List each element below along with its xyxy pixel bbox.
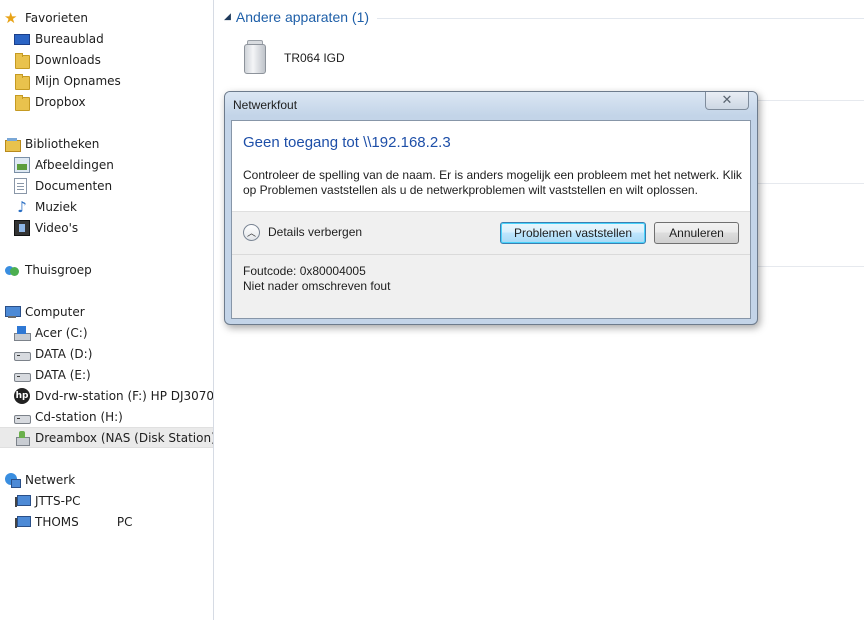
dialog-title: Netwerkfout bbox=[233, 98, 298, 112]
network-error-dialog: Netwerkfout ✕ Geen toegang tot \\192.168… bbox=[224, 91, 758, 325]
nas-drive-icon bbox=[14, 430, 30, 446]
nav-item-bureaublad[interactable]: Bureaublad bbox=[0, 28, 213, 49]
nav-label: Netwerk bbox=[25, 472, 76, 487]
dialog-heading: Geen toegang tot \\192.168.2.3 bbox=[243, 134, 451, 151]
library-icon bbox=[4, 136, 21, 152]
nav-item-documenten[interactable]: Documenten bbox=[0, 175, 213, 196]
group-divider bbox=[377, 17, 864, 19]
nav-label: Downloads bbox=[35, 52, 101, 67]
device-tr064-igd[interactable]: TR064 IGD bbox=[236, 36, 436, 80]
nav-homegroup[interactable]: Thuisgroep bbox=[0, 259, 213, 280]
network-icon bbox=[4, 472, 21, 488]
homegroup-icon bbox=[4, 262, 20, 278]
router-icon bbox=[240, 38, 270, 78]
nav-item-drive-d[interactable]: DATA (D:) bbox=[0, 343, 213, 364]
nav-item-dreambox[interactable]: Dreambox (NAS (Disk Station)) bbox=[0, 427, 213, 448]
dialog-message: Controleer de spelling van de naam. Er i… bbox=[243, 168, 742, 197]
dialog-titlebar[interactable]: Netwerkfout ✕ bbox=[225, 92, 757, 116]
details-toggle[interactable]: ︿ Details verbergen bbox=[243, 222, 362, 242]
hp-icon: hp bbox=[14, 387, 30, 404]
nav-label: THOMS PC bbox=[35, 514, 133, 529]
nav-item-videos[interactable]: Video's bbox=[0, 217, 213, 238]
nav-label: Mijn Opnames bbox=[35, 73, 121, 88]
pc-icon bbox=[14, 493, 31, 509]
folder-icon bbox=[14, 73, 30, 90]
group-title: Andere apparaten (1) bbox=[235, 9, 370, 25]
nav-label: Dropbox bbox=[35, 94, 86, 109]
collapse-arrow-icon[interactable]: ◢ bbox=[224, 12, 231, 22]
folder-icon bbox=[14, 52, 30, 69]
pc-icon bbox=[14, 514, 31, 530]
nav-item-dropbox[interactable]: Dropbox bbox=[0, 91, 213, 112]
nav-label: Video's bbox=[35, 220, 79, 235]
music-icon: ♪ bbox=[17, 197, 27, 216]
background-divider bbox=[758, 266, 864, 267]
nav-label: Acer (C:) bbox=[35, 325, 88, 340]
nav-label: Dreambox (NAS (Disk Station)) bbox=[35, 430, 213, 445]
background-divider bbox=[758, 183, 864, 184]
close-icon: ✕ bbox=[721, 93, 733, 108]
dialog-body: Geen toegang tot \\192.168.2.3 Controlee… bbox=[231, 120, 751, 319]
close-button[interactable]: ✕ bbox=[705, 92, 749, 110]
nav-label: Bibliotheken bbox=[25, 136, 100, 151]
navigation-pane: ★ Favorieten Bureaublad Downloads Mijn O… bbox=[0, 0, 214, 620]
folder-icon bbox=[14, 94, 30, 111]
nav-label: Favorieten bbox=[25, 10, 88, 25]
drive-icon bbox=[14, 409, 31, 425]
error-description: Niet nader omschreven fout bbox=[243, 279, 391, 293]
nav-computer[interactable]: Computer bbox=[0, 301, 213, 322]
chevron-up-icon[interactable]: ︿ bbox=[243, 223, 260, 241]
error-details: Foutcode: 0x80004005 Niet nader omschrev… bbox=[243, 264, 390, 294]
error-code: Foutcode: 0x80004005 bbox=[243, 264, 366, 278]
nav-label: DATA (E:) bbox=[35, 367, 91, 382]
nav-label: Documenten bbox=[35, 178, 113, 193]
nav-item-downloads[interactable]: Downloads bbox=[0, 49, 213, 70]
details-divider bbox=[232, 254, 750, 255]
nav-item-drive-h[interactable]: Cd-station (H:) bbox=[0, 406, 213, 427]
dialog-footer: ︿ Details verbergen Problemen vaststelle… bbox=[232, 211, 750, 318]
nav-libraries[interactable]: Bibliotheken bbox=[0, 133, 213, 154]
computer-icon bbox=[4, 304, 21, 320]
nav-label: Afbeeldingen bbox=[35, 157, 114, 172]
nav-item-thoms-pc[interactable]: THOMS PC bbox=[0, 511, 213, 532]
star-icon: ★ bbox=[4, 8, 18, 27]
nav-label: Bureaublad bbox=[35, 31, 104, 46]
drive-icon bbox=[14, 367, 31, 383]
nav-label: JTTS-PC bbox=[35, 493, 81, 508]
nav-item-drive-c[interactable]: Acer (C:) bbox=[0, 322, 213, 343]
group-header[interactable]: ◢ Andere apparaten (1) bbox=[224, 6, 864, 28]
dialog-content: Geen toegang tot \\192.168.2.3 Controlee… bbox=[232, 121, 750, 211]
nav-label: Cd-station (H:) bbox=[35, 409, 123, 424]
video-icon bbox=[14, 219, 30, 236]
nav-label: Dvd-rw-station (F:) HP DJ3070_B611 bbox=[35, 388, 213, 403]
diagnose-button[interactable]: Problemen vaststellen bbox=[500, 222, 646, 244]
nav-item-jtts-pc[interactable]: JTTS-PC bbox=[0, 490, 213, 511]
nav-label: Computer bbox=[25, 304, 85, 319]
nav-item-drive-f[interactable]: hp Dvd-rw-station (F:) HP DJ3070_B611 bbox=[0, 385, 213, 406]
background-divider bbox=[758, 100, 864, 101]
nav-label: DATA (D:) bbox=[35, 346, 93, 361]
nav-label: Thuisgroep bbox=[25, 262, 92, 277]
nav-item-mijn-opnames[interactable]: Mijn Opnames bbox=[0, 70, 213, 91]
nav-item-drive-e[interactable]: DATA (E:) bbox=[0, 364, 213, 385]
nav-label: Muziek bbox=[35, 199, 77, 214]
desktop-icon bbox=[14, 34, 30, 45]
nav-network[interactable]: Netwerk bbox=[0, 469, 213, 490]
details-toggle-label: Details verbergen bbox=[268, 225, 363, 239]
pictures-icon bbox=[14, 156, 30, 173]
nav-item-muziek[interactable]: ♪ Muziek bbox=[0, 196, 213, 217]
system-drive-icon bbox=[14, 325, 31, 341]
device-label: TR064 IGD bbox=[284, 51, 345, 65]
documents-icon bbox=[14, 177, 27, 194]
nav-favorites[interactable]: ★ Favorieten bbox=[0, 7, 213, 28]
cancel-button[interactable]: Annuleren bbox=[654, 222, 739, 244]
drive-icon bbox=[14, 346, 31, 362]
nav-item-afbeeldingen[interactable]: Afbeeldingen bbox=[0, 154, 213, 175]
